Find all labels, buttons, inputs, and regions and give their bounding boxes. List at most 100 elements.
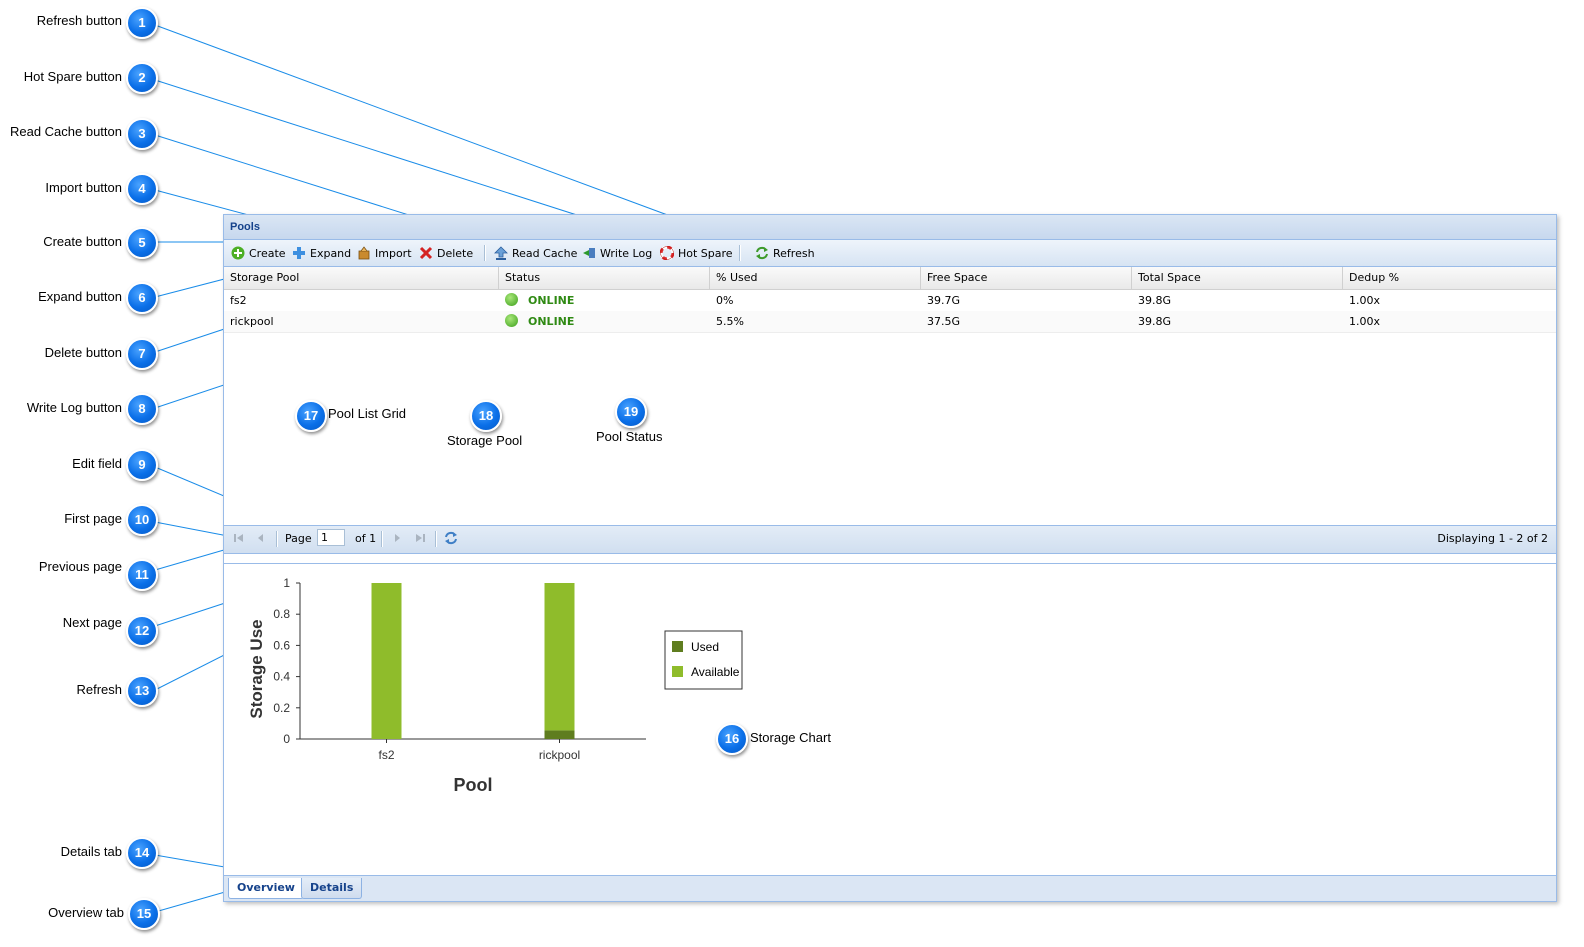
callout-badge: 16 [716,723,748,755]
lifebuoy-icon [659,245,675,261]
cell-free-space: 37.5G [927,315,961,328]
callout-label-storage-pool: Storage Pool [447,433,523,448]
callout-label-storage-chart: Storage Chart [750,730,831,745]
callout-badge: 13 [126,675,158,707]
cell-status: ONLINE [499,290,574,311]
cell-dedup: 1.00x [1349,294,1381,307]
page-number-input[interactable] [317,529,345,546]
first-page-icon[interactable] [232,531,246,545]
x-axis-label: Pool [454,775,493,795]
check-circle-icon [505,314,518,327]
callout-label-details-tab: Details tab [60,844,122,859]
callout-badge: 7 [126,338,158,370]
previous-page-icon[interactable] [254,531,268,545]
column-header-total-space[interactable]: Total Space [1132,267,1343,289]
write-log-label: Write Log [600,246,653,260]
check-circle-icon [505,293,518,306]
column-header-free-space[interactable]: Free Space [921,267,1132,289]
x-tick-label: fs2 [378,748,394,762]
refresh-label: Refresh [773,246,815,260]
y-tick-label: 1 [283,576,290,590]
bar-available-rickpool [544,583,575,731]
callout-badge: 10 [126,504,158,536]
next-page-icon[interactable] [390,531,404,545]
upload-icon [494,246,508,260]
callout-label-hot-spare-button: Hot Spare button [23,69,122,84]
cell-percent-used: 5.5% [716,315,744,328]
bar-used-rickpool [544,730,575,739]
callout-badge: 18 [470,400,502,432]
tab-details[interactable]: Details [301,878,363,899]
y-tick-label: 0.8 [273,607,290,621]
callout-badge: 17 [295,400,327,432]
refresh-icon [755,246,769,260]
cell-total-space: 39.8G [1138,315,1172,328]
column-header-percent-used[interactable]: % Used [710,267,921,289]
write-log-icon [582,246,596,260]
callout-label-edit-field: Edit field [72,456,122,471]
y-tick-label: 0.4 [273,670,290,684]
cell-free-space: 39.7G [927,294,961,307]
y-tick-label: 0.2 [273,701,290,715]
callout-label-delete-button: Delete button [44,345,122,360]
callout-badge: 8 [126,393,158,425]
last-page-icon[interactable] [413,531,427,545]
read-cache-label: Read Cache [512,246,578,260]
callout-badge: 3 [126,118,158,150]
import-button[interactable]: Import [357,245,412,261]
y-tick-label: 0.6 [273,638,290,652]
status-text: ONLINE [528,315,575,328]
expand-label: Expand [310,246,352,260]
refresh-icon[interactable] [444,531,458,545]
column-header-status[interactable]: Status [499,267,710,289]
pager-separator [381,531,383,547]
callout-badge: 6 [126,282,158,314]
pager-separator [435,531,437,547]
table-row[interactable]: rickpool ONLINE 5.5% 37.5G 39.8G 1.00x [224,311,1556,333]
table-row[interactable]: fs2 ONLINE 0% 39.7G 39.8G 1.00x [224,290,1556,312]
callout-label-overview-tab: Overview tab [48,905,124,920]
expand-button[interactable]: Expand [292,245,351,261]
refresh-button[interactable]: Refresh [755,245,815,261]
legend-swatch-available [672,666,683,677]
panel-title: Pools [230,221,260,233]
callout-badge: 4 [126,173,158,205]
cell-storage-pool: fs2 [230,294,247,307]
callout-badge: 5 [126,227,158,259]
create-label: Create [249,246,286,260]
callout-badge: 1 [126,7,158,39]
x-tick-label: rickpool [539,748,580,762]
legend-swatch-used [672,641,683,652]
legend-label-used: Used [691,640,719,654]
callout-badge: 14 [126,837,158,869]
callout-label-pool-list-grid: Pool List Grid [328,406,407,421]
panel-header: Pools [224,215,1556,240]
cell-dedup: 1.00x [1349,315,1381,328]
displaying-count: Displaying 1 - 2 of 2 [1437,532,1548,545]
callout-label-next-page: Next page [62,615,122,630]
callout-label-read-cache-button: Read Cache button [9,124,122,139]
cell-total-space: 39.8G [1138,294,1172,307]
hot-spare-button[interactable]: Hot Spare [659,245,733,261]
callout-label-write-log-button: Write Log button [26,400,122,415]
pool-toolbar: Create Expand Import Delete Read Cache W… [224,240,1556,267]
y-axis-label: Storage Use [247,619,266,718]
callout-label-create-button: Create button [43,234,122,249]
storage-chart-area: 0 0.2 0.4 0.6 0.8 1 fs2 rickpool Pool Storage Use… [224,563,1556,876]
callout-badge: 11 [126,559,158,591]
tab-overview[interactable]: Overview [228,878,304,899]
page-label: Page [285,532,312,545]
paging-toolbar: Page of 1 Displaying 1 - 2 of 2 [224,525,1556,554]
callout-label-pool-status: Pool Status [596,429,663,444]
write-log-button[interactable]: Write Log [582,245,652,261]
read-cache-button[interactable]: Read Cache [494,245,577,261]
legend-label-available: Available [691,665,740,679]
plus-icon [292,246,306,260]
delete-button[interactable]: Delete [419,245,473,261]
toolbar-separator [484,245,486,261]
column-header-storage-pool[interactable]: Storage Pool [224,267,499,289]
callout-label-import-button: Import button [45,180,122,195]
create-button[interactable]: Create [231,245,286,261]
column-header-dedup[interactable]: Dedup % [1343,267,1554,289]
hot-spare-label: Hot Spare [678,246,733,260]
